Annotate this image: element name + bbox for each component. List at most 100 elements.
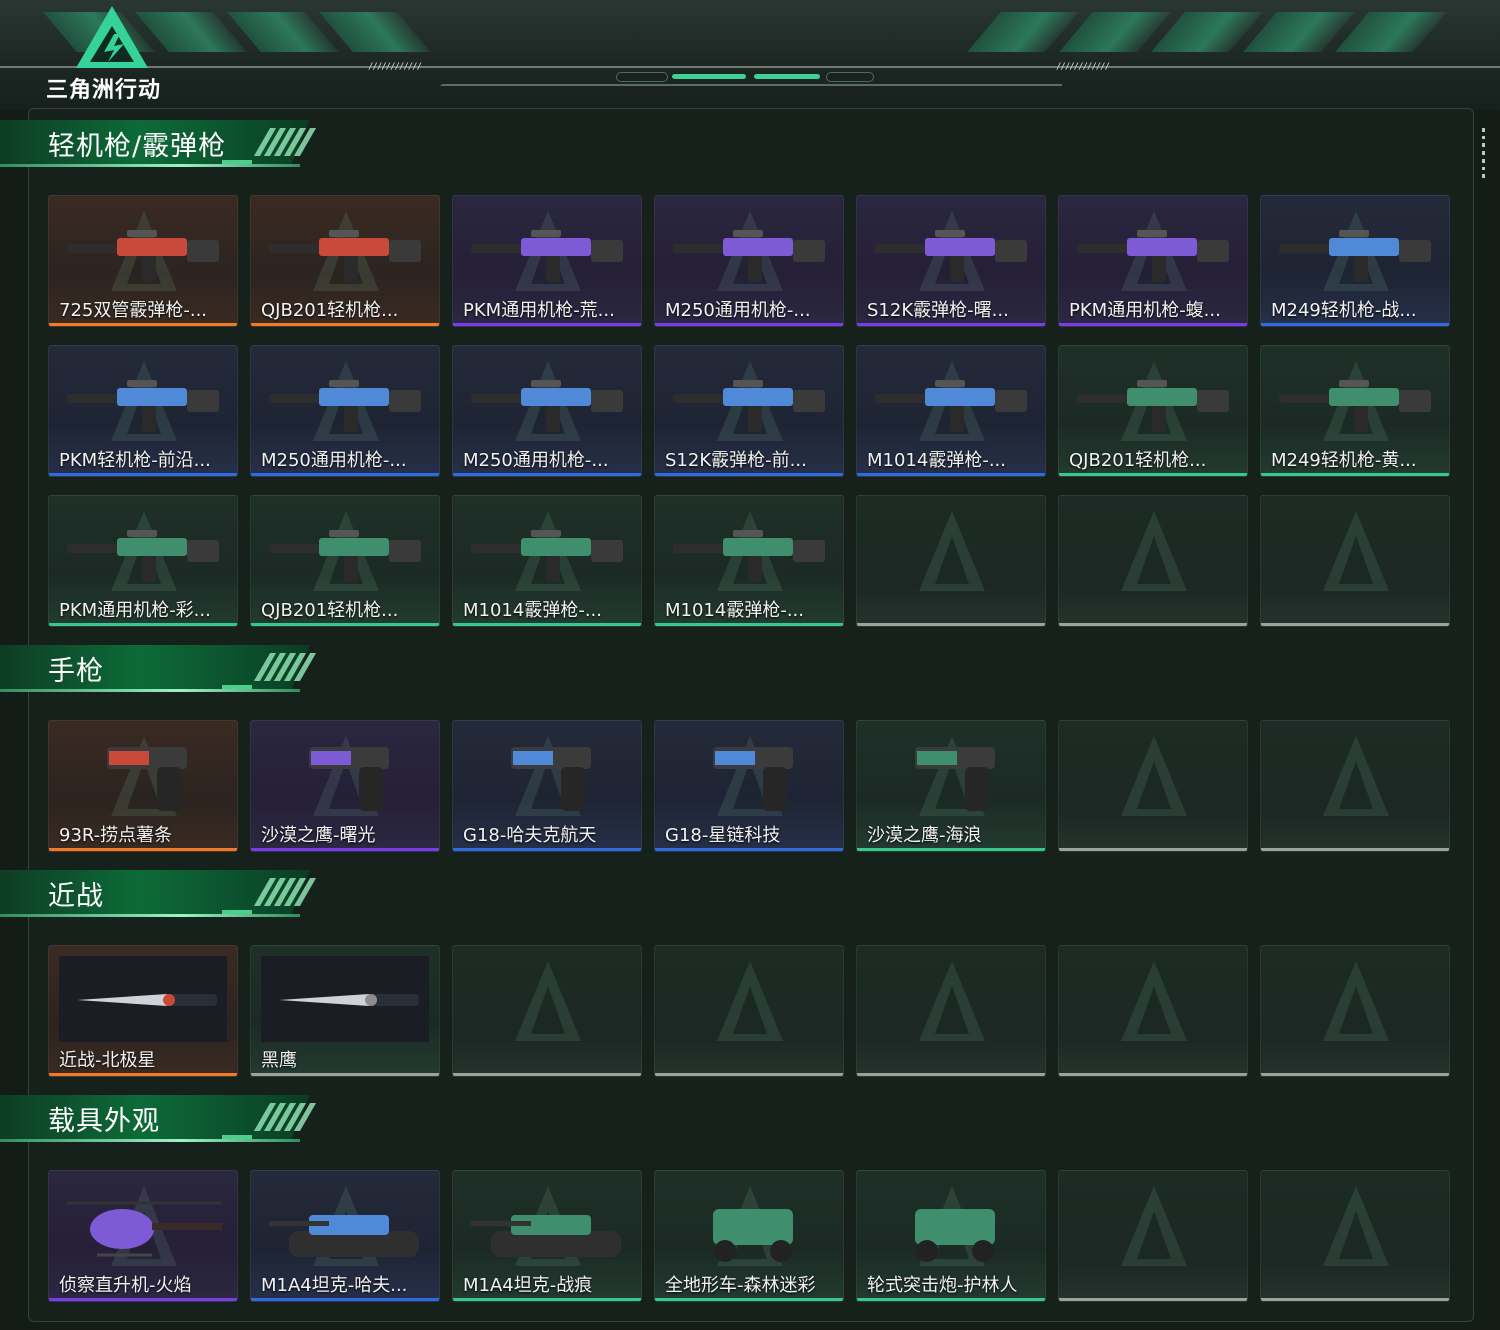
item-card[interactable]: 沙漠之鹰-海浪	[856, 720, 1046, 852]
rarity-bar	[1059, 848, 1247, 851]
machine-gun-icon	[673, 230, 825, 282]
item-card[interactable]: M1014霰弹枪-...	[452, 495, 642, 627]
item-card[interactable]: QJB201轻机枪...	[250, 495, 440, 627]
item-card[interactable]: M1014霰弹枪-...	[654, 495, 844, 627]
item-card[interactable]: 93R-捞点薯条	[48, 720, 238, 852]
rarity-bar	[857, 848, 1045, 851]
item-card[interactable]: PKM通用机枪-彩...	[48, 495, 238, 627]
rarity-bar	[655, 623, 843, 626]
item-card[interactable]: M1A4坦克-哈夫...	[250, 1170, 440, 1302]
section-header: 手枪	[0, 645, 330, 695]
item-label: PKM通用机枪-蝮...	[1069, 300, 1221, 321]
rarity-bar	[453, 1073, 641, 1076]
empty-slot[interactable]	[1260, 495, 1450, 627]
rarity-bar	[49, 623, 237, 626]
item-card[interactable]: M250通用机枪-...	[654, 195, 844, 327]
section-header: 轻机枪/霰弹枪	[0, 120, 330, 170]
rarity-bar	[251, 1298, 439, 1301]
pistol-icon	[107, 747, 187, 811]
item-card[interactable]: 黑鹰	[250, 945, 440, 1077]
empty-slot[interactable]	[1260, 720, 1450, 852]
item-card[interactable]: PKM轻机枪-前沿...	[48, 345, 238, 477]
item-label: 侦察直升机-火焰	[59, 1275, 192, 1296]
item-card[interactable]: PKM通用机枪-蝮...	[1058, 195, 1248, 327]
empty-slot[interactable]	[1058, 495, 1248, 627]
rarity-bar	[49, 1298, 237, 1301]
empty-slot[interactable]	[654, 945, 844, 1077]
item-card[interactable]: S12K霰弹枪-前...	[654, 345, 844, 477]
item-label: G18-哈夫克航天	[463, 825, 597, 846]
item-label: 沙漠之鹰-曙光	[261, 825, 376, 846]
empty-slot[interactable]	[1260, 1170, 1450, 1302]
item-card[interactable]: M250通用机枪-...	[250, 345, 440, 477]
rarity-bar	[1059, 1298, 1247, 1301]
empty-slot[interactable]	[1058, 945, 1248, 1077]
rarity-bar	[857, 1298, 1045, 1301]
rarity-bar	[251, 473, 439, 476]
rarity-bar	[1059, 323, 1247, 326]
item-card[interactable]: M249轻机枪-战...	[1260, 195, 1450, 327]
item-card[interactable]: PKM通用机枪-荒...	[452, 195, 642, 327]
banner-ticks-right: ////////////	[1056, 62, 1110, 72]
rarity-bar	[857, 473, 1045, 476]
empty-slot[interactable]	[856, 945, 1046, 1077]
empty-slot[interactable]	[1260, 945, 1450, 1077]
machine-gun-icon	[1279, 230, 1431, 282]
item-card[interactable]: S12K霰弹枪-曙...	[856, 195, 1046, 327]
knife-icon	[261, 956, 429, 1042]
rarity-bar	[49, 848, 237, 851]
section-title: 手枪	[48, 656, 104, 687]
rarity-bar	[1261, 1073, 1449, 1076]
item-card[interactable]: G18-星链科技	[654, 720, 844, 852]
rarity-bar	[655, 848, 843, 851]
machine-gun-icon	[471, 230, 623, 282]
empty-slot[interactable]	[1058, 720, 1248, 852]
rarity-bar	[251, 848, 439, 851]
banner-ticks-left: ////////////	[368, 62, 422, 72]
rarity-bar	[251, 623, 439, 626]
item-card[interactable]: 沙漠之鹰-曙光	[250, 720, 440, 852]
watermark-logo-icon	[1121, 961, 1187, 1041]
item-card[interactable]: M250通用机枪-...	[452, 345, 642, 477]
tank-icon	[471, 1215, 621, 1257]
item-label: G18-星链科技	[665, 825, 781, 846]
item-card[interactable]: QJB201轻机枪...	[1058, 345, 1248, 477]
item-label: M250通用机枪-...	[261, 450, 407, 471]
section-header: 载具外观	[0, 1095, 330, 1145]
item-card[interactable]: M1014霰弹枪-...	[856, 345, 1046, 477]
machine-gun-icon	[1077, 380, 1229, 432]
item-card[interactable]: 侦察直升机-火焰	[48, 1170, 238, 1302]
rarity-bar	[251, 323, 439, 326]
empty-slot[interactable]	[452, 945, 642, 1077]
empty-slot[interactable]	[1058, 1170, 1248, 1302]
rarity-bar	[1261, 473, 1449, 476]
item-card[interactable]: QJB201轻机枪...	[250, 195, 440, 327]
logo-text: 三角洲行动	[46, 78, 162, 103]
rarity-bar	[857, 1073, 1045, 1076]
item-label: M250通用机枪-...	[665, 300, 811, 321]
banner-stripes-right	[967, 12, 1447, 52]
section-title: 载具外观	[48, 1106, 160, 1137]
item-label: M249轻机枪-黄...	[1271, 450, 1417, 471]
machine-gun-icon	[1279, 380, 1431, 432]
item-label: QJB201轻机枪...	[261, 300, 399, 321]
item-card[interactable]: 近战-北极星	[48, 945, 238, 1077]
rarity-bar	[1261, 623, 1449, 626]
item-card[interactable]: 轮式突击炮-护林人	[856, 1170, 1046, 1302]
item-label: PKM通用机枪-荒...	[463, 300, 615, 321]
rarity-bar	[49, 323, 237, 326]
scrollbar[interactable]	[1482, 128, 1486, 179]
empty-slot[interactable]	[856, 495, 1046, 627]
item-card[interactable]: M249轻机枪-黄...	[1260, 345, 1450, 477]
item-card[interactable]: 725双管霰弹枪-...	[48, 195, 238, 327]
item-card[interactable]: G18-哈夫克航天	[452, 720, 642, 852]
watermark-logo-icon	[919, 961, 985, 1041]
item-label: QJB201轻机枪...	[261, 600, 399, 621]
section-title: 近战	[48, 881, 104, 912]
banner-center-ornament	[440, 54, 1062, 90]
shotgun-icon	[673, 380, 825, 432]
watermark-logo-icon	[919, 511, 985, 591]
item-card[interactable]: M1A4坦克-战痕	[452, 1170, 642, 1302]
machine-gun-icon	[67, 380, 219, 432]
item-card[interactable]: 全地形车-森林迷彩	[654, 1170, 844, 1302]
